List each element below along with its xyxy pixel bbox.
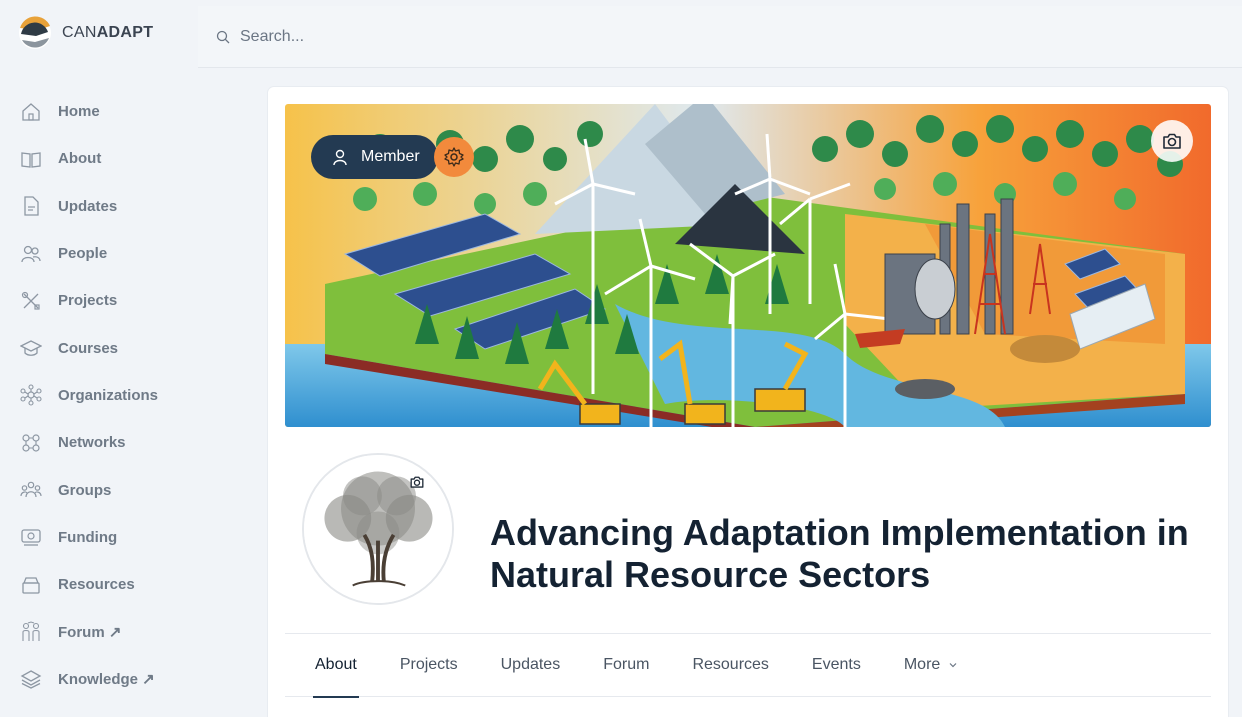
- sidebar-item-label: About: [58, 150, 102, 168]
- document-icon: [24, 196, 39, 216]
- member-label: Member: [361, 148, 420, 165]
- tab-label: Resources: [692, 656, 769, 673]
- book-icon: [21, 152, 41, 168]
- tab-label: Projects: [399, 656, 458, 673]
- tab-updates[interactable]: Updates: [501, 633, 561, 697]
- sidebar-item-networks[interactable]: Networks: [0, 419, 240, 466]
- sidebar-item-label: Funding: [58, 528, 118, 546]
- tab-label: Updates: [500, 656, 561, 673]
- sidebar-item-home[interactable]: Home: [0, 88, 240, 135]
- sidebar-item-label: Home: [58, 103, 100, 121]
- user-icon: [333, 149, 347, 166]
- tab-events[interactable]: Events: [812, 633, 861, 697]
- people-icon: [21, 245, 41, 262]
- money-icon: [21, 529, 41, 546]
- network-hub-icon: [20, 384, 42, 406]
- sidebar-item-organizations[interactable]: Organizations: [0, 372, 240, 419]
- gear-icon: [444, 147, 464, 167]
- tab-about[interactable]: About: [313, 633, 359, 698]
- tab-label: Forum: [603, 656, 650, 673]
- chevron-down-icon: [949, 663, 957, 668]
- sidebar-item-funding[interactable]: Funding: [0, 514, 240, 561]
- brand-name: CANADAPT: [62, 24, 154, 41]
- sidebar-item-label: Updates: [58, 197, 118, 215]
- forum-icon: [22, 621, 40, 641]
- tab-label: More: [903, 656, 941, 673]
- sidebar-item-forum[interactable]: Forum ↗: [0, 608, 240, 655]
- change-avatar-button[interactable]: [406, 471, 428, 493]
- search-input[interactable]: [240, 27, 640, 46]
- tab-more[interactable]: More: [904, 633, 958, 697]
- graduation-cap-icon: [20, 340, 42, 357]
- sidebar-item-projects[interactable]: Projects: [0, 277, 240, 324]
- search-bar: [198, 6, 1242, 68]
- brand[interactable]: CANADAPT: [18, 16, 153, 50]
- archive-icon: [22, 576, 40, 594]
- sidebar-item-groups[interactable]: Groups: [0, 466, 240, 513]
- tab-label: About: [315, 656, 357, 673]
- tools-icon: [21, 291, 40, 310]
- sidebar-item-knowledge[interactable]: Knowledge ↗: [0, 656, 240, 703]
- group-tabs: About Projects Updates Forum Resources E…: [285, 633, 1211, 698]
- tab-resources[interactable]: Resources: [692, 633, 768, 697]
- groups-icon: [20, 481, 42, 498]
- settings-button[interactable]: [434, 137, 474, 177]
- group-title: Advancing Adaptation Implementation in N…: [490, 512, 1189, 595]
- sidebar-item-people[interactable]: People: [0, 230, 240, 277]
- sidebar-item-courses[interactable]: Courses: [0, 324, 240, 371]
- sidebar-item-label: Resources: [58, 576, 135, 594]
- layers-icon: [20, 670, 42, 689]
- sidebar-item-label: Courses: [58, 339, 119, 357]
- sidebar-item-label: People: [58, 245, 108, 263]
- sidebar-item-resources[interactable]: Resources: [0, 561, 240, 608]
- search-icon: [216, 30, 230, 43]
- home-icon: [22, 102, 40, 121]
- sidebar-item-about[interactable]: About: [0, 135, 240, 182]
- camera-icon: [1163, 133, 1181, 149]
- network-icon: [22, 434, 40, 452]
- sidebar-item-label: Projects: [58, 292, 118, 310]
- sidebar: Home About Updates People Projects Cours…: [0, 88, 240, 703]
- top-bar: CANADAPT: [0, 0, 1242, 68]
- tab-forum[interactable]: Forum: [603, 633, 649, 697]
- sidebar-item-label: Forum ↗: [58, 623, 122, 641]
- sidebar-item-updates[interactable]: Updates: [0, 183, 240, 230]
- member-button[interactable]: Member: [311, 135, 438, 179]
- tab-projects[interactable]: Projects: [400, 633, 458, 697]
- canadapt-logo-icon: [19, 16, 51, 49]
- oak-tree-avatar-icon: [304, 455, 452, 603]
- sidebar-item-label: Networks: [58, 434, 126, 452]
- camera-icon: [410, 476, 424, 488]
- sidebar-item-label: Organizations: [58, 386, 159, 404]
- group-avatar: [302, 453, 454, 605]
- change-cover-button[interactable]: [1151, 120, 1193, 162]
- sidebar-item-label: Groups: [58, 481, 112, 499]
- sidebar-item-label: Knowledge ↗: [58, 671, 155, 689]
- cover-image: Member: [285, 104, 1211, 427]
- group-card: Member Advancing Adaptation Implementati…: [268, 87, 1228, 717]
- tab-label: Events: [811, 656, 861, 673]
